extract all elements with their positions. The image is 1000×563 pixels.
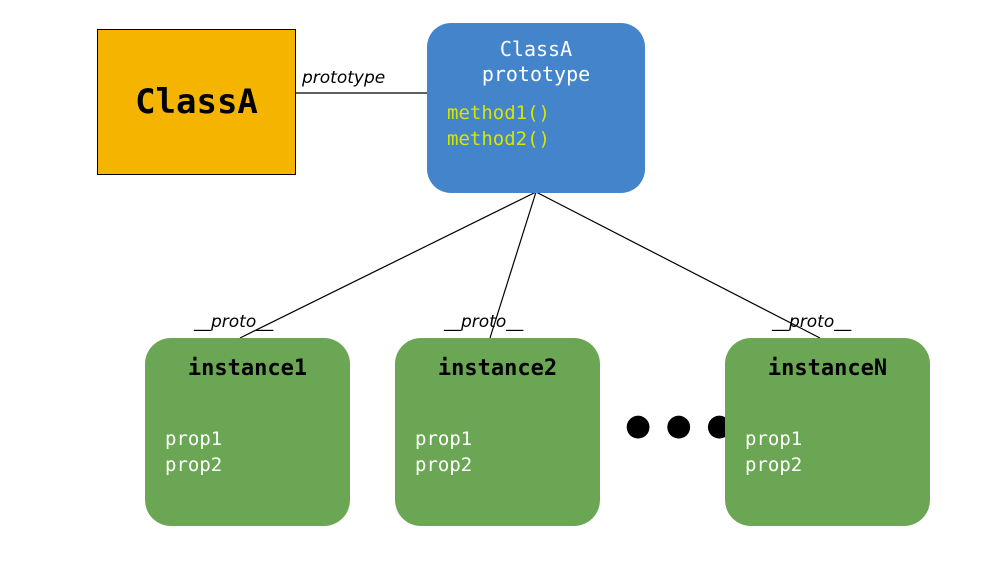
instance-box: instanceN prop1 prop2 (725, 338, 930, 526)
instance-prop: prop2 (165, 453, 330, 479)
instance-prop: prop2 (745, 453, 910, 479)
prototype-title: ClassA prototype (447, 37, 625, 87)
instance-name: instance1 (165, 356, 330, 381)
instance-name: instanceN (745, 356, 910, 381)
prototype-method: method1() (447, 101, 625, 127)
instance-prop: prop1 (165, 427, 330, 453)
instance-box: instance1 prop1 prop2 (145, 338, 350, 526)
class-label: ClassA (135, 82, 258, 122)
instance-props: prop1 prop2 (165, 427, 330, 478)
proto-edge-label: __proto__ (444, 312, 523, 332)
instance-prop: prop2 (415, 453, 580, 479)
class-box: ClassA (97, 29, 296, 175)
proto-edge-label: __proto__ (194, 312, 273, 332)
prototype-box: ClassA prototype method1() method2() (427, 23, 645, 193)
prototype-edge-label: prototype (302, 68, 385, 88)
instance-prop: prop1 (415, 427, 580, 453)
instance-props: prop1 prop2 (745, 427, 910, 478)
instance-name: instance2 (415, 356, 580, 381)
prototype-methods: method1() method2() (447, 101, 625, 152)
instance-box: instance2 prop1 prop2 (395, 338, 600, 526)
instance-props: prop1 prop2 (415, 427, 580, 478)
proto-edge-label: __proto__ (772, 312, 851, 332)
instance-prop: prop1 (745, 427, 910, 453)
ellipsis-icon: ● ● ● (625, 408, 734, 443)
prototype-method: method2() (447, 127, 625, 153)
